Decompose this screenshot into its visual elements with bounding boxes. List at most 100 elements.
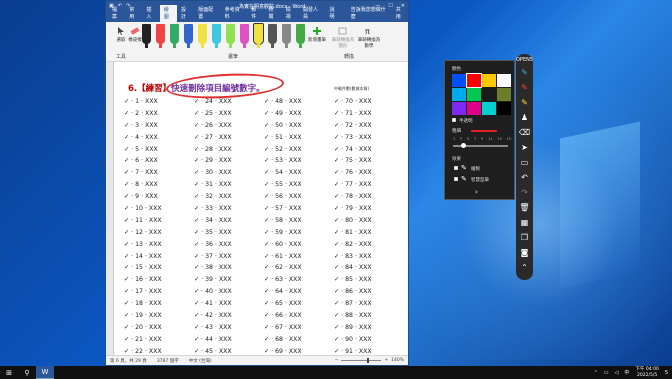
list-item[interactable]: ✓ · 56 · XXX	[264, 193, 334, 205]
list-item[interactable]: ✓ · 10 · XXX	[124, 205, 194, 217]
input-language[interactable]: 中	[624, 369, 629, 376]
list-item[interactable]: ✓ · 11 · XXX	[124, 217, 194, 229]
list-item[interactable]: ✓ · 58 · XXX	[264, 217, 334, 229]
list-item[interactable]: ✓ · 77 · XXX	[334, 181, 404, 193]
tab-1[interactable]: 常用	[125, 5, 142, 22]
pages-icon[interactable]: ❐	[516, 230, 533, 245]
ink-to-shape-button[interactable]: 筆跡轉換為圖形	[330, 26, 356, 49]
pen-black[interactable]	[142, 24, 151, 48]
list-item[interactable]: ✓ · 15 · XXX	[124, 264, 194, 276]
list-item[interactable]: ✓ · 34 · XXX	[194, 217, 264, 229]
list-item[interactable]: ✓ · 24 · XXX	[194, 98, 264, 110]
document-area[interactable]: 6.【練習】快速刪除項目編號數字。 中軟件數(數據本質) ✓ · 1 · XXX ✓ …	[106, 62, 408, 356]
list-item[interactable]: ✓ · 49 · XXX	[264, 110, 334, 122]
highlighter-icon[interactable]: ✎	[516, 95, 533, 110]
list-item[interactable]: ✓ · 21 · XXX	[124, 336, 194, 348]
list-item[interactable]: ✓ · 78 · XXX	[334, 193, 404, 205]
tab-2[interactable]: 插入	[143, 5, 160, 22]
list-item[interactable]: ✓ · 73 · XXX	[334, 134, 404, 146]
share-button[interactable]: 共用	[392, 5, 408, 22]
list-item[interactable]: ✓ · 3 · XXX	[124, 122, 194, 134]
tab-8[interactable]: 校閱	[265, 5, 282, 22]
list-item[interactable]: ✓ · 50 · XXX	[264, 122, 334, 134]
whiteboard-icon[interactable]: ▦	[516, 215, 533, 230]
color-swatch[interactable]	[482, 88, 496, 101]
pen-green[interactable]	[170, 24, 179, 48]
tab-5[interactable]: 版面配置	[194, 5, 221, 22]
add-pen-button[interactable]: 新增畫筆	[304, 26, 330, 43]
list-item[interactable]: ✓ · 81 · XXX	[334, 229, 404, 241]
list-item[interactable]: ✓ · 4 · XXX	[124, 134, 194, 146]
width-slider[interactable]	[453, 143, 508, 148]
list-item[interactable]: ✓ · 12 · XXX	[124, 229, 194, 241]
list-item[interactable]: ✓ · 59 · XXX	[264, 229, 334, 241]
stamp-icon[interactable]: ♟	[516, 110, 533, 125]
volume-icon[interactable]: ◁	[615, 370, 619, 376]
collapse-icon[interactable]: ⌃	[516, 260, 533, 275]
list-item[interactable]: ✓ · 8 · XXX	[124, 181, 194, 193]
list-item[interactable]: ✓ · 30 · XXX	[194, 169, 264, 181]
tab-7[interactable]: 郵件	[247, 5, 264, 22]
list-item[interactable]: ✓ · 74 · XXX	[334, 146, 404, 158]
list-item[interactable]: ✓ · 67 · XXX	[264, 324, 334, 336]
page-count[interactable]: 第 6 頁，共 29 頁	[110, 358, 147, 364]
tab-4[interactable]: 設計	[177, 5, 194, 22]
list-item[interactable]: ✓ · 1 · XXX	[124, 98, 194, 110]
list-item[interactable]: ✓ · 42 · XXX	[194, 312, 264, 324]
zoom-slider[interactable]	[341, 358, 382, 363]
zoom-level[interactable]: 140%	[391, 358, 404, 363]
list-item[interactable]: ✓ · 89 · XXX	[334, 324, 404, 336]
tab-11[interactable]: 說明	[326, 5, 343, 22]
list-item[interactable]: ✓ · 7 · XXX	[124, 169, 194, 181]
clock[interactable]: 下午 04:00 2022/5/5	[635, 367, 658, 378]
eraser-tool-icon[interactable]: ⌫	[516, 125, 533, 140]
list-item[interactable]: ✓ · 9 · XXX	[124, 193, 194, 205]
list-item[interactable]: ✓ · 60 · XXX	[264, 241, 334, 253]
list-item[interactable]: ✓ · 52 · XXX	[264, 146, 334, 158]
list-item[interactable]: ✓ · 57 · XXX	[264, 205, 334, 217]
color-swatch[interactable]	[482, 102, 496, 115]
color-swatch[interactable]	[466, 73, 482, 88]
list-item[interactable]: ✓ · 39 · XXX	[194, 276, 264, 288]
tab-0[interactable]: 檔案	[108, 5, 125, 22]
list-item[interactable]: ✓ · 82 · XXX	[334, 241, 404, 253]
pointer-icon[interactable]: ➤	[516, 140, 533, 155]
list-item[interactable]: ✓ · 36 · XXX	[194, 241, 264, 253]
list-item[interactable]: ✓ · 64 · XXX	[264, 288, 334, 300]
ink-to-math-button[interactable]: π 筆跡轉換為數學	[356, 26, 382, 49]
camera-icon[interactable]: ◙	[516, 245, 533, 260]
list-item[interactable]: ✓ · 80 · XXX	[334, 217, 404, 229]
start-icon[interactable]: ⊞	[0, 366, 18, 379]
pen-tool-icon[interactable]: ✎	[516, 65, 533, 80]
highlighter-cyan[interactable]	[212, 24, 221, 48]
chevron-right-icon[interactable]: ›	[475, 188, 478, 196]
list-item[interactable]: ✓ · 19 · XXX	[124, 312, 194, 324]
color-swatch[interactable]	[467, 102, 481, 115]
ink-circle-annotation[interactable]	[165, 70, 285, 102]
list-item[interactable]: ✓ · 63 · XXX	[264, 276, 334, 288]
color-swatch[interactable]	[452, 88, 466, 101]
list-item[interactable]: ✓ · 31 · XXX	[194, 181, 264, 193]
word-count[interactable]: 3787 個字	[157, 358, 179, 364]
highlighter-yellow[interactable]	[198, 24, 207, 48]
list-item[interactable]: ✓ · 35 · XXX	[194, 229, 264, 241]
list-item[interactable]: ✓ · 6 · XXX	[124, 157, 194, 169]
list-item[interactable]: ✓ · 27 · XXX	[194, 134, 264, 146]
pen-blue[interactable]	[184, 24, 193, 48]
list-item[interactable]: ✓ · 79 · XXX	[334, 205, 404, 217]
list-item[interactable]: ✓ · 86 · XXX	[334, 288, 404, 300]
color-swatch[interactable]	[452, 102, 466, 115]
color-swatch[interactable]	[482, 74, 496, 87]
undo-tool-icon[interactable]: ↶	[516, 170, 533, 185]
list-item[interactable]: ✓ · 44 · XXX	[194, 336, 264, 348]
shape-tool-icon[interactable]: ▭	[516, 155, 533, 170]
tab-6[interactable]: 參考資料	[221, 5, 248, 22]
list-item[interactable]: ✓ · 48 · XXX	[264, 98, 334, 110]
transparent-checkbox[interactable]	[452, 118, 456, 122]
trash-icon[interactable]: 🗑	[516, 200, 533, 215]
color-swatch[interactable]	[497, 88, 511, 101]
language[interactable]: 中文 (台灣)	[189, 358, 212, 364]
list-item[interactable]: ✓ · 87 · XXX	[334, 300, 404, 312]
list-item[interactable]: ✓ · 16 · XXX	[124, 276, 194, 288]
highlighter-green[interactable]	[226, 24, 235, 48]
